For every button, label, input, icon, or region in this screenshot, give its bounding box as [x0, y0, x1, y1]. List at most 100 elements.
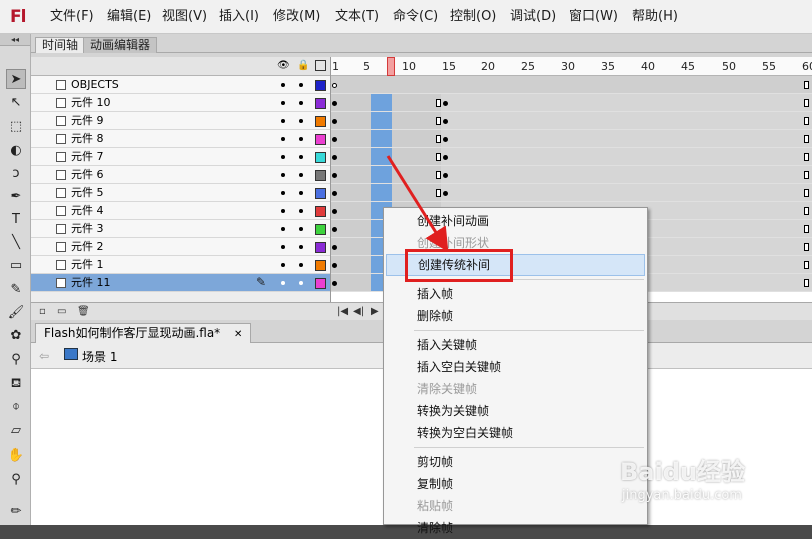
first-frame-icon[interactable]: |◀ [337, 306, 348, 318]
new-folder-icon[interactable]: ▭ [57, 306, 66, 318]
layer-color-swatch[interactable] [315, 134, 326, 145]
lock-toggle[interactable] [299, 191, 303, 195]
zoom-tool-icon[interactable]: ⚲ [6, 470, 26, 490]
play-icon[interactable]: ▶ [371, 306, 379, 318]
bone-tool-icon[interactable]: ⚲ [6, 350, 26, 370]
menu-item-5[interactable]: 文本(T) [335, 9, 379, 25]
lock-toggle[interactable] [299, 101, 303, 105]
lock-toggle[interactable] [299, 83, 303, 87]
frame-end-marker[interactable] [804, 261, 809, 269]
frame-end-marker[interactable] [804, 171, 809, 179]
context-menu-item[interactable]: 转换为关键帧 [384, 400, 647, 422]
frame-span[interactable] [441, 130, 812, 147]
layer-color-swatch[interactable] [315, 224, 326, 235]
text-tool-icon[interactable]: T [6, 210, 26, 230]
lock-toggle[interactable] [299, 173, 303, 177]
eraser-icon[interactable]: ▱ [6, 421, 26, 441]
layer-row[interactable]: 元件 4 [31, 202, 330, 220]
scene-label[interactable]: 场景 1 [82, 348, 117, 365]
frame-end-marker[interactable] [804, 99, 809, 107]
visibility-toggle[interactable] [281, 101, 285, 105]
keyframe[interactable] [332, 155, 337, 160]
layer-color-swatch[interactable] [315, 98, 326, 109]
keyframe[interactable] [443, 101, 448, 106]
lock-icon[interactable]: 🔒 [297, 60, 309, 72]
visibility-toggle[interactable] [281, 83, 285, 87]
trash-icon[interactable]: 🗑 [77, 306, 90, 318]
prev-frame-icon[interactable]: ◀| [353, 306, 364, 318]
context-menu-item[interactable]: 插入关键帧 [384, 334, 647, 356]
back-arrow-icon[interactable]: ⇦ [39, 349, 49, 363]
layer-row[interactable]: OBJECTS [31, 76, 330, 94]
visibility-toggle[interactable] [281, 191, 285, 195]
keyframe[interactable] [332, 137, 337, 142]
frame-end-marker[interactable] [804, 153, 809, 161]
selected-frames[interactable] [371, 94, 392, 111]
layer-color-swatch[interactable] [315, 206, 326, 217]
keyframe[interactable] [332, 209, 337, 214]
menu-item-3[interactable]: 插入(I) [219, 9, 259, 25]
layer-color-swatch[interactable] [315, 80, 326, 91]
empty-keyframe[interactable] [332, 83, 337, 88]
visibility-toggle[interactable] [281, 137, 285, 141]
lock-toggle[interactable] [299, 119, 303, 123]
menu-item-7[interactable]: 控制(O) [450, 9, 496, 25]
visibility-toggle[interactable] [281, 263, 285, 267]
brush-tool-icon[interactable]: 🖌 [6, 303, 26, 323]
line-tool-icon[interactable]: ╲ [6, 233, 26, 253]
lock-toggle[interactable] [299, 155, 303, 159]
layer-row[interactable]: 元件 6 [31, 166, 330, 184]
lock-toggle[interactable] [299, 245, 303, 249]
visibility-toggle[interactable] [281, 209, 285, 213]
close-icon[interactable]: ✕ [234, 329, 242, 340]
menu-item-8[interactable]: 调试(D) [510, 9, 556, 25]
frame-span[interactable] [441, 166, 812, 183]
frame-end-marker[interactable] [804, 243, 809, 251]
keyframe[interactable] [332, 173, 337, 178]
keyframe[interactable] [332, 119, 337, 124]
selected-frames[interactable] [371, 112, 392, 129]
layer-row[interactable]: 元件 9 [31, 112, 330, 130]
frame-end-marker[interactable] [804, 279, 809, 287]
collapse-panel-icon[interactable]: ◂◂ [0, 34, 30, 46]
rectangle-tool-icon[interactable]: ▭ [6, 256, 26, 276]
subselection-tool-icon[interactable]: ↖ [6, 93, 26, 113]
visibility-toggle[interactable] [281, 245, 285, 249]
3d-rotation-icon[interactable]: ◐ [6, 141, 26, 161]
layer-row[interactable]: 元件 1 [31, 256, 330, 274]
playhead[interactable] [387, 57, 395, 76]
lasso-icon[interactable]: ↄ [6, 164, 26, 184]
frame-row[interactable] [331, 112, 812, 130]
menu-item-6[interactable]: 命令(C) [393, 9, 438, 25]
lock-toggle[interactable] [299, 281, 303, 285]
keyframe[interactable] [332, 245, 337, 250]
deco-tool-icon[interactable]: ✿ [6, 326, 26, 346]
layer-color-swatch[interactable] [315, 188, 326, 199]
paint-bucket-icon[interactable]: ⛾ [6, 374, 26, 394]
layer-row[interactable]: 元件 8 [31, 130, 330, 148]
layer-color-swatch[interactable] [315, 152, 326, 163]
keyframe[interactable] [443, 119, 448, 124]
layer-color-swatch[interactable] [315, 116, 326, 127]
layer-row[interactable]: 元件 2 [31, 238, 330, 256]
frame-end-marker[interactable] [804, 189, 809, 197]
menu-item-0[interactable]: 文件(F) [50, 9, 94, 25]
frame-span[interactable] [441, 184, 812, 201]
document-tab[interactable]: Flash如何制作客厅显现动画.fla* ✕ [35, 323, 252, 343]
frame-row[interactable] [331, 130, 812, 148]
visibility-toggle[interactable] [281, 155, 285, 159]
menu-item-4[interactable]: 修改(M) [273, 9, 320, 25]
frame-end-marker[interactable] [804, 225, 809, 233]
visibility-toggle[interactable] [281, 281, 285, 285]
context-menu-item[interactable]: 清除关键帧 [384, 378, 647, 400]
menu-item-10[interactable]: 帮助(H) [632, 9, 678, 25]
frame-end-marker[interactable] [436, 135, 441, 143]
keyframe[interactable] [443, 137, 448, 142]
menu-item-1[interactable]: 编辑(E) [107, 9, 151, 25]
frame-ruler[interactable]: 151015202530354045505560 [331, 57, 812, 76]
context-menu-item[interactable]: 清除帧 [384, 517, 647, 539]
frame-end-marker[interactable] [804, 117, 809, 125]
keyframe[interactable] [332, 101, 337, 106]
keyframe[interactable] [332, 191, 337, 196]
stroke-color-icon[interactable]: ✏ [6, 502, 26, 522]
